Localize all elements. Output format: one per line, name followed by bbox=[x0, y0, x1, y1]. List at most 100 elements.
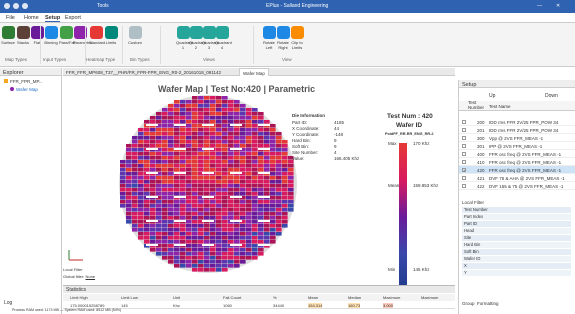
wafer-die[interactable] bbox=[222, 148, 228, 152]
wafer-die[interactable] bbox=[174, 100, 180, 104]
wafer-die[interactable] bbox=[174, 256, 180, 260]
wafer-die[interactable] bbox=[138, 188, 144, 192]
wafer-die[interactable] bbox=[216, 100, 222, 104]
wafer-die[interactable] bbox=[228, 212, 234, 216]
wafer-die[interactable] bbox=[216, 148, 222, 152]
wafer-die[interactable] bbox=[252, 148, 258, 152]
wafer-die[interactable] bbox=[210, 216, 216, 220]
wafer-die[interactable] bbox=[168, 252, 174, 256]
wafer-die[interactable] bbox=[258, 120, 264, 124]
wafer-die[interactable] bbox=[204, 212, 210, 216]
wafer-die[interactable] bbox=[246, 168, 252, 172]
wafer-die[interactable] bbox=[186, 100, 192, 104]
wafer-die[interactable] bbox=[246, 188, 252, 192]
wafer-die[interactable] bbox=[156, 208, 162, 212]
wafer-die[interactable] bbox=[246, 184, 252, 188]
wafer-die[interactable] bbox=[132, 156, 138, 160]
wafer-die[interactable] bbox=[150, 144, 156, 148]
wafer-die[interactable] bbox=[264, 188, 270, 192]
wafer-die[interactable] bbox=[276, 200, 282, 204]
wafer-die[interactable] bbox=[150, 212, 156, 216]
wafer-die[interactable] bbox=[198, 144, 204, 148]
wafer-die[interactable] bbox=[186, 188, 192, 192]
wafer-die[interactable] bbox=[162, 252, 168, 256]
wafer-die[interactable] bbox=[174, 128, 180, 132]
test-row[interactable]: 400 FFR osc freq @ 2VS FFR_MEAS -1 bbox=[459, 150, 575, 158]
wafer-die[interactable] bbox=[234, 164, 240, 168]
wafer-die[interactable] bbox=[282, 204, 288, 208]
stats-header-8[interactable]: Maximum bbox=[421, 295, 438, 300]
filter-y[interactable]: Y bbox=[462, 270, 571, 277]
wafer-die[interactable] bbox=[144, 160, 150, 164]
wafer-die[interactable] bbox=[192, 132, 198, 136]
wafer-die[interactable] bbox=[126, 188, 132, 192]
explorer-wafer-item[interactable]: Wafer Map bbox=[10, 87, 38, 92]
wafer-die[interactable] bbox=[186, 108, 192, 112]
wafer-die[interactable] bbox=[144, 228, 150, 232]
wafer-die[interactable] bbox=[162, 156, 168, 160]
wafer-die[interactable] bbox=[168, 148, 174, 152]
wafer-die[interactable] bbox=[210, 260, 216, 264]
wafer-die[interactable] bbox=[198, 256, 204, 260]
wafer-die[interactable] bbox=[168, 164, 174, 168]
wafer-die[interactable] bbox=[270, 192, 276, 196]
wafer-die[interactable] bbox=[216, 236, 222, 240]
wafer-die[interactable] bbox=[192, 128, 198, 132]
wafer-die[interactable] bbox=[228, 232, 234, 236]
wafer-die[interactable] bbox=[234, 104, 240, 108]
wafer-die[interactable] bbox=[222, 236, 228, 240]
wafer-die[interactable] bbox=[132, 184, 138, 188]
wafer-die[interactable] bbox=[156, 184, 162, 188]
wafer-die[interactable] bbox=[156, 112, 162, 116]
wafer-die[interactable] bbox=[276, 220, 282, 224]
wafer-die[interactable] bbox=[168, 260, 174, 264]
wafer-die[interactable] bbox=[138, 172, 144, 176]
wafer-die[interactable] bbox=[186, 244, 192, 248]
wafer-die[interactable] bbox=[282, 188, 288, 192]
wafer-die[interactable] bbox=[186, 140, 192, 144]
wafer-die[interactable] bbox=[204, 248, 210, 252]
wafer-die[interactable] bbox=[180, 164, 186, 168]
wafer-die[interactable] bbox=[228, 104, 234, 108]
wafer-die[interactable] bbox=[138, 200, 144, 204]
wafer-die[interactable] bbox=[276, 132, 282, 136]
wafer-die[interactable] bbox=[144, 212, 150, 216]
wafer-die[interactable] bbox=[264, 184, 270, 188]
tools-label[interactable]: Tools bbox=[97, 3, 109, 9]
wafer-die[interactable] bbox=[216, 136, 222, 140]
wafer-die[interactable] bbox=[222, 216, 228, 220]
wafer-die[interactable] bbox=[222, 156, 228, 160]
wafer-die[interactable] bbox=[210, 96, 216, 100]
wafer-die[interactable] bbox=[276, 164, 282, 168]
wafer-die[interactable] bbox=[156, 232, 162, 236]
wafer-die[interactable] bbox=[180, 208, 186, 212]
wafer-die[interactable] bbox=[270, 176, 276, 180]
wafer-die[interactable] bbox=[216, 168, 222, 172]
wafer-die[interactable] bbox=[258, 212, 264, 216]
wafer-die[interactable] bbox=[198, 132, 204, 136]
wafer-die[interactable] bbox=[192, 240, 198, 244]
wafer-die[interactable] bbox=[264, 204, 270, 208]
wafer-die[interactable] bbox=[156, 228, 162, 232]
settings-icon[interactable] bbox=[13, 3, 19, 9]
wafer-die[interactable] bbox=[186, 196, 192, 200]
wafer-die[interactable] bbox=[240, 160, 246, 164]
wafer-die[interactable] bbox=[204, 252, 210, 256]
wafer-die[interactable] bbox=[204, 136, 210, 140]
wafer-die[interactable] bbox=[234, 228, 240, 232]
ribbon-limits-button[interactable]: Limits bbox=[104, 26, 118, 54]
wafer-die[interactable] bbox=[216, 176, 222, 180]
wafer-die[interactable] bbox=[132, 164, 138, 168]
wafer-die[interactable] bbox=[168, 224, 174, 228]
wafer-die[interactable] bbox=[222, 256, 228, 260]
wafer-die[interactable] bbox=[186, 132, 192, 136]
wafer-die[interactable] bbox=[288, 172, 294, 176]
wafer-die[interactable] bbox=[174, 252, 180, 256]
wafer-die[interactable] bbox=[192, 188, 198, 192]
wafer-die[interactable] bbox=[126, 176, 132, 180]
wafer-die[interactable] bbox=[126, 160, 132, 164]
wafer-die[interactable] bbox=[228, 236, 234, 240]
wafer-die[interactable] bbox=[168, 204, 174, 208]
wafer-die[interactable] bbox=[162, 204, 168, 208]
wafer-die[interactable] bbox=[234, 200, 240, 204]
